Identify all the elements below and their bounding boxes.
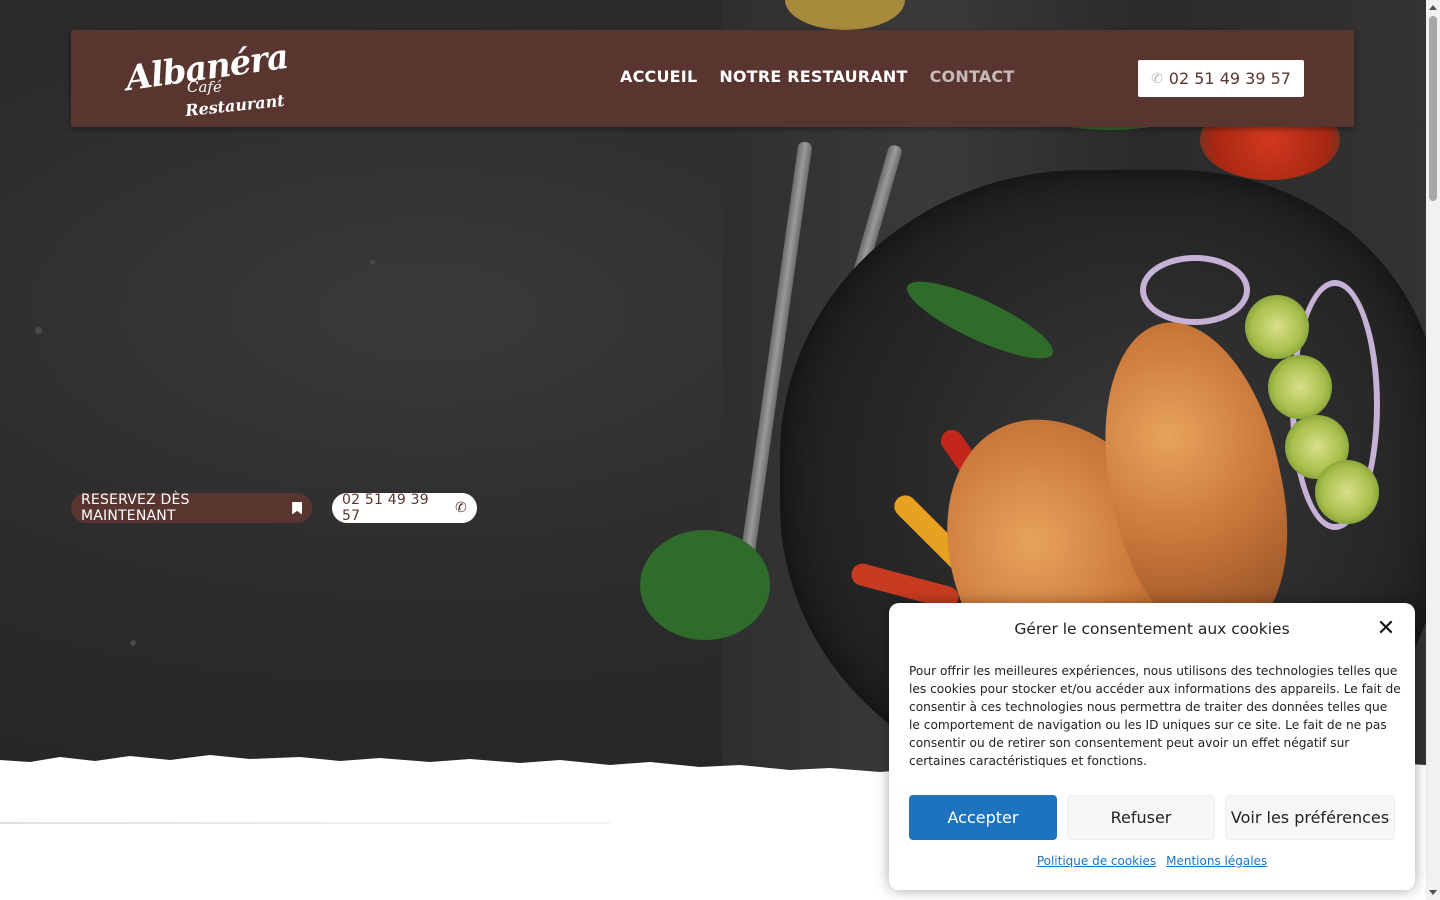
cookie-title: Gérer le consentement aux cookies [1014, 620, 1290, 638]
site-logo[interactable]: Albanéra Café Restaurant [123, 37, 290, 122]
accept-button[interactable]: Accepter [909, 795, 1057, 840]
zucchini-image [1315, 460, 1379, 524]
nav-accueil[interactable]: ACCUEIL [620, 67, 697, 86]
scroll-down-arrow-icon[interactable] [1429, 890, 1437, 895]
texture-speck [130, 640, 136, 646]
divider [0, 822, 610, 824]
page-scrollbar[interactable] [1426, 0, 1440, 900]
bookmark-icon [292, 501, 302, 515]
phone-icon: ✆ [1151, 70, 1163, 87]
phone-icon: ✆ [455, 500, 467, 516]
legal-notice-link[interactable]: Mentions légales [1166, 854, 1267, 868]
hero-phone-number: 02 51 49 39 57 [342, 492, 429, 524]
cookie-policy-link[interactable]: Politique de cookies [1037, 854, 1156, 868]
preferences-button[interactable]: Voir les préférences [1225, 795, 1395, 840]
close-icon[interactable]: ✕ [1376, 618, 1396, 640]
site-header: Albanéra Café Restaurant ACCUEIL NOTRE R… [71, 30, 1354, 127]
cookie-description: Pour offrir les meilleures expériences, … [909, 664, 1401, 768]
zucchini-image [1245, 295, 1309, 359]
zucchini-image [1268, 355, 1332, 419]
onion-image [1140, 255, 1250, 325]
reserve-button[interactable]: RESERVEZ DÈS MAINTENANT [71, 492, 312, 524]
scroll-up-arrow-icon[interactable] [1429, 5, 1437, 10]
scrollbar-thumb[interactable] [1429, 16, 1437, 201]
refuse-button[interactable]: Refuser [1067, 795, 1215, 840]
header-phone-number: 02 51 49 39 57 [1168, 69, 1291, 88]
nav-notre-restaurant[interactable]: NOTRE RESTAURANT [719, 67, 907, 86]
hero-phone-button[interactable]: 02 51 49 39 57 ✆ [332, 492, 477, 524]
reserve-label: RESERVEZ DÈS MAINTENANT [81, 492, 190, 524]
cookie-links: Politique de cookies Mentions légales [889, 854, 1415, 868]
texture-speck [370, 260, 375, 265]
main-nav: ACCUEIL NOTRE RESTAURANT CONTACT [620, 67, 1014, 86]
header-phone-button[interactable]: ✆ 02 51 49 39 57 [1138, 60, 1304, 97]
cookie-consent-dialog: Gérer le consentement aux cookies ✕ Pour… [889, 603, 1415, 890]
parsley-image [640, 530, 770, 640]
nav-contact[interactable]: CONTACT [930, 67, 1015, 86]
logo-cafe: Café [187, 78, 222, 96]
texture-speck [35, 327, 42, 334]
